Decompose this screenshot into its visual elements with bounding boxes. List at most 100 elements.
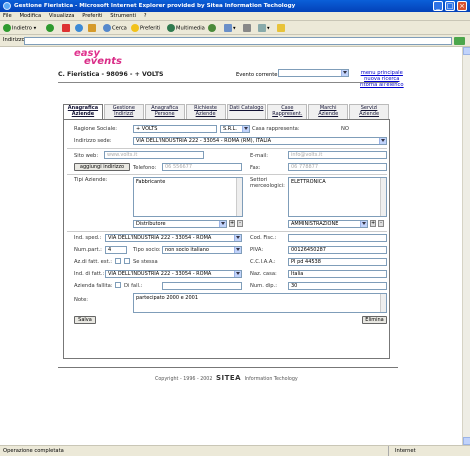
tab-dati-catalogo[interactable]: Dati Catalogo (226, 104, 267, 119)
maximize-button[interactable]: □ (445, 1, 455, 11)
fatt-select[interactable]: VIA DELL'INDUSTRIA 222 - 33054 - ROMA (105, 270, 242, 278)
minimize-button[interactable]: _ (433, 1, 443, 11)
delete-button[interactable]: Elimina (362, 316, 387, 324)
address-bar: Indirizzo (0, 35, 470, 47)
tab-anagrafica-aziende[interactable]: Anagrafica Aziende (63, 104, 103, 119)
back-button[interactable]: Indietro ▾ (3, 24, 36, 33)
address-input[interactable] (24, 37, 452, 45)
note-textarea[interactable]: partecipato 2000 e 2001 (133, 293, 387, 313)
chevron-down-icon (244, 127, 248, 130)
fallita-checkbox[interactable] (115, 282, 121, 288)
footer-divider (58, 367, 398, 368)
go-button[interactable] (454, 37, 465, 45)
add-tipo-button[interactable]: + (229, 220, 235, 227)
tab-gestione-indirizzi[interactable]: Gestione Indirizzi (103, 104, 144, 119)
scroll-down-arrow-icon[interactable] (463, 437, 470, 445)
tipo-label: Tipi Aziende: (74, 177, 108, 183)
remove-tipo-button[interactable]: - (237, 220, 243, 227)
mail-button[interactable]: ▾ (224, 24, 236, 33)
page-title: C. Fieristica - 98096 - + VOLTS (58, 71, 164, 78)
chevron-down-icon (236, 248, 240, 251)
codfisc-input[interactable] (288, 234, 387, 242)
browser-toolbar: Indietro ▾ Cerca Preferiti Multimedia ▾ … (0, 21, 470, 35)
tab-richieste-aziende[interactable]: Richieste Aziende (185, 104, 226, 119)
close-button[interactable]: × (457, 1, 467, 11)
ragione-input[interactable]: + VOLTS (133, 125, 217, 133)
add-address-button[interactable]: aggiungi indirizzo (74, 163, 130, 171)
numdip-input[interactable]: 30 (288, 282, 387, 290)
menu-help[interactable]: ? (141, 12, 150, 21)
settori-list[interactable]: ELETTRONICA (288, 177, 387, 217)
naz-label: Naz. casa: (250, 271, 277, 277)
fax-label: Fax: (250, 165, 261, 171)
menu-modifica[interactable]: Modifica (16, 12, 44, 21)
star-icon (131, 24, 139, 32)
piva-input[interactable]: 00126450287 (288, 246, 387, 254)
tipo-select[interactable]: Distributore (133, 220, 227, 228)
menu-preferiti[interactable]: Preferiti (79, 12, 105, 21)
sped-select[interactable]: VIA DELL'INDUSTRIA 222 - 33054 - ROMA (105, 234, 242, 242)
page-viewport: easy events C. Fieristica - 98096 - + VO… (0, 47, 462, 445)
menu-file[interactable]: File (0, 12, 15, 21)
sped-label: Ind. sped.: (74, 235, 102, 241)
tab-servizi-aziende[interactable]: Servizi Aziende (349, 104, 389, 119)
sede-select[interactable]: VIA DELL'INDUSTRIA 222 - 33054 - ROMA (R… (133, 137, 387, 145)
forward-button[interactable] (46, 24, 55, 33)
email-input[interactable]: info@volts.it (288, 151, 387, 159)
favorites-button[interactable]: Preferiti (131, 24, 160, 33)
history-button[interactable] (208, 24, 217, 33)
edit-icon (258, 24, 266, 32)
numpart-input[interactable]: 4 (105, 246, 127, 254)
multimedia-icon (167, 24, 175, 32)
scrollbar[interactable] (380, 294, 386, 312)
add-settore-button[interactable]: + (370, 220, 376, 227)
copyright-text: Copyright - 1996 - 2002 (155, 377, 213, 382)
messenger-button[interactable] (277, 24, 286, 33)
edit-button[interactable]: ▾ (258, 24, 270, 33)
home-button[interactable] (88, 24, 97, 33)
refresh-button[interactable] (75, 24, 84, 33)
tab-case-rappresent[interactable]: Case Rappresent. (267, 104, 308, 119)
stessa-checkbox[interactable] (124, 258, 130, 264)
save-button[interactable]: Salva (74, 316, 96, 324)
stop-button[interactable] (62, 24, 71, 33)
forma-select[interactable]: S.R.L. (220, 125, 250, 133)
remove-settore-button[interactable]: - (378, 220, 384, 227)
tab-anagrafica-persone[interactable]: Anagrafica Persone (144, 104, 185, 119)
event-select[interactable]: *Evento 2002 (278, 69, 349, 77)
divider (67, 174, 387, 175)
menu-strumenti[interactable]: Strumenti (107, 12, 139, 21)
menu-visualizza[interactable]: Visualizza (46, 12, 78, 21)
piva-label: PIVA: (250, 247, 264, 253)
fax-input[interactable]: 06 778877 (288, 163, 387, 171)
address-label: Indirizzo (3, 37, 25, 43)
multimedia-button[interactable]: Multimedia (167, 24, 205, 33)
history-icon (208, 24, 216, 32)
tel-input[interactable]: 06 556677 (162, 163, 242, 171)
tiposocio-select[interactable]: non socio italiano (162, 246, 242, 254)
difall-label: Di fall.: (124, 283, 143, 289)
chevron-down-icon (236, 272, 240, 275)
vertical-scrollbar[interactable] (462, 47, 470, 445)
naz-input[interactable]: Italia (288, 270, 387, 278)
divider (67, 148, 387, 149)
scrollbar[interactable] (380, 178, 386, 216)
print-icon (243, 24, 251, 32)
search-button[interactable]: Cerca (103, 24, 127, 33)
settori-select[interactable]: AMMINISTRAZIONE (288, 220, 368, 228)
stessa-label: Se stessa (133, 259, 158, 265)
scroll-up-arrow-icon[interactable] (463, 47, 470, 55)
cciaa-input[interactable]: PI pd 44538 (288, 258, 387, 266)
tab-marchi-aziende[interactable]: Marchi Aziende (308, 104, 349, 119)
scrollbar[interactable] (236, 178, 242, 216)
difall-input[interactable] (162, 282, 242, 290)
tipo-list[interactable]: Fabbricante (133, 177, 243, 217)
back-arrow-icon (3, 24, 11, 32)
chevron-down-icon (236, 236, 240, 239)
web-input[interactable]: www.volts.it (104, 151, 204, 159)
easy-events-logo: easy events (74, 48, 122, 67)
print-button[interactable] (243, 24, 252, 33)
azfatt-checkbox[interactable] (115, 258, 121, 264)
note-label: Note: (74, 297, 89, 303)
cciaa-label: C.C.I.A.A.: (250, 259, 276, 265)
